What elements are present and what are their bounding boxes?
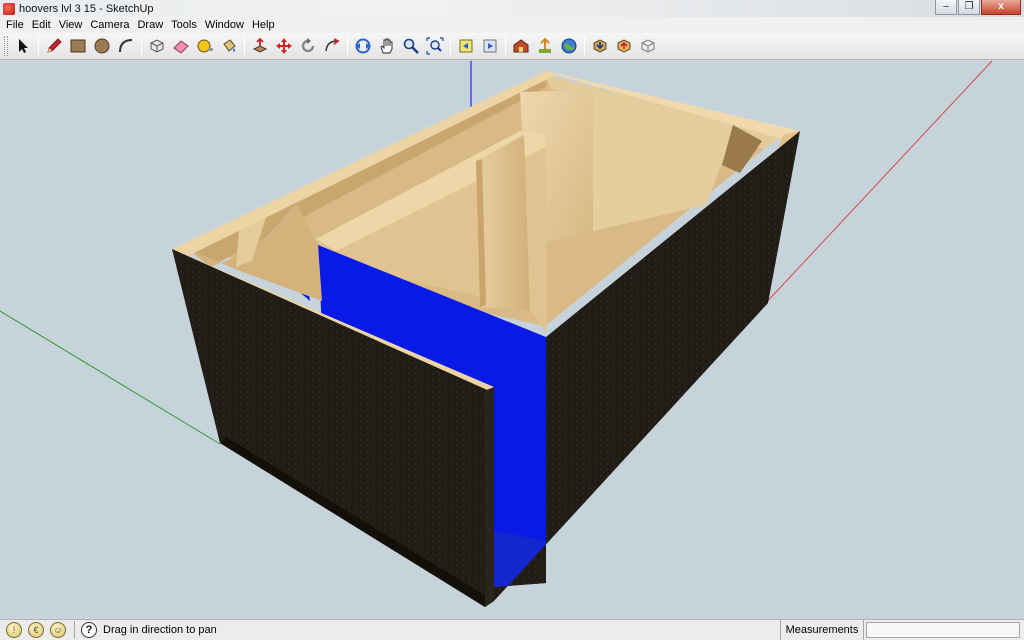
toolbar-grip[interactable]	[4, 36, 8, 56]
menu-file[interactable]: File	[2, 17, 28, 33]
menu-camera[interactable]: Camera	[86, 17, 133, 33]
red-axis	[761, 61, 993, 308]
rotate-tool[interactable]	[296, 34, 320, 58]
minimize-button[interactable]: –	[935, 0, 957, 15]
rectangle-icon	[70, 39, 86, 53]
green-axis	[0, 310, 221, 445]
extension-icon	[641, 39, 655, 53]
previous-view-icon	[459, 39, 473, 53]
paint-bucket-tool[interactable]	[217, 34, 241, 58]
pan-tool[interactable]	[375, 34, 399, 58]
share-component-tool[interactable]	[612, 34, 636, 58]
eraser-icon	[173, 40, 189, 54]
sketchup-logo-icon	[3, 2, 15, 15]
get-models-tool[interactable]	[509, 34, 533, 58]
magnifier-icon	[403, 38, 419, 54]
arrow-icon	[19, 39, 28, 53]
toolbar-separator	[584, 36, 585, 56]
share-model-tool[interactable]	[533, 34, 557, 58]
move-tool[interactable]	[272, 34, 296, 58]
rectangle-tool[interactable]	[66, 34, 90, 58]
earth-icon	[561, 38, 577, 54]
model-viewport[interactable]	[0, 61, 1024, 619]
paint-bucket-icon	[223, 39, 236, 52]
get-components-icon	[593, 39, 607, 53]
hand-icon	[380, 38, 393, 54]
menu-draw[interactable]: Draw	[133, 17, 167, 33]
restore-button[interactable]: ❐	[958, 0, 980, 15]
main-toolbar	[0, 33, 1024, 60]
status-divider	[74, 621, 75, 639]
get-components-tool[interactable]	[588, 34, 612, 58]
share-model-icon	[539, 37, 551, 53]
next-view-tool[interactable]	[478, 34, 502, 58]
arc-tool[interactable]	[114, 34, 138, 58]
window-title: hoovers lvl 3 15 - SketchUp	[19, 2, 154, 15]
zoom-extents-icon	[426, 37, 444, 55]
toolbar-separator	[347, 36, 348, 56]
circle-tool[interactable]	[90, 34, 114, 58]
next-view-icon	[483, 39, 497, 53]
pencil-icon	[47, 38, 62, 53]
toolbar-separator	[244, 36, 245, 56]
toolbar-separator	[505, 36, 506, 56]
measurements-label: Measurements	[780, 620, 864, 640]
move-icon	[276, 38, 292, 54]
toolbar-separator	[38, 36, 39, 56]
eraser-tool[interactable]	[169, 34, 193, 58]
menu-window[interactable]: Window	[201, 17, 248, 33]
status-bar: ! € ☺ ? Drag in direction to pan Measure…	[0, 619, 1024, 640]
menu-help[interactable]: Help	[248, 17, 279, 33]
previous-view-tool[interactable]	[454, 34, 478, 58]
rotate-icon	[301, 38, 315, 53]
tape-measure-icon	[197, 39, 213, 53]
warehouse-icon	[513, 39, 529, 53]
follow-me-tool[interactable]	[320, 34, 344, 58]
extension-warehouse-tool[interactable]	[636, 34, 660, 58]
orbit-tool[interactable]	[351, 34, 375, 58]
credits-icon[interactable]: €	[28, 622, 44, 638]
menu-tools[interactable]: Tools	[167, 17, 201, 33]
share-component-icon	[617, 39, 631, 53]
close-button[interactable]: x	[981, 0, 1021, 15]
line-tool[interactable]	[42, 34, 66, 58]
zoom-extents-tool[interactable]	[423, 34, 447, 58]
geo-location-icon[interactable]: !	[6, 622, 22, 638]
arc-icon	[119, 39, 133, 53]
box-wall-end-edge	[484, 387, 494, 607]
push-pull-tool[interactable]	[248, 34, 272, 58]
component-icon	[150, 39, 164, 53]
status-message: Drag in direction to pan	[103, 624, 217, 636]
help-icon[interactable]: ?	[81, 622, 97, 638]
push-pull-icon	[252, 37, 268, 53]
menu-view[interactable]: View	[55, 17, 87, 33]
tape-measure-tool[interactable]	[193, 34, 217, 58]
zoom-tool[interactable]	[399, 34, 423, 58]
google-earth-tool[interactable]	[557, 34, 581, 58]
menu-bar: File Edit View Camera Draw Tools Window …	[0, 17, 1024, 33]
menu-edit[interactable]: Edit	[28, 17, 55, 33]
window-controls: – ❐ x	[934, 0, 1021, 17]
select-tool[interactable]	[11, 34, 35, 58]
circle-icon	[94, 38, 110, 54]
sketchup-window: hoovers lvl 3 15 - SketchUp – ❐ x File E…	[0, 0, 1024, 640]
model-scene	[0, 61, 993, 607]
title-bar: hoovers lvl 3 15 - SketchUp – ❐ x	[0, 0, 1024, 17]
follow-me-icon	[325, 38, 340, 52]
measurements-input[interactable]	[866, 622, 1020, 638]
user-account-icon[interactable]: ☺	[50, 622, 66, 638]
toolbar-separator	[450, 36, 451, 56]
toolbar-separator	[141, 36, 142, 56]
orbit-icon	[355, 38, 371, 54]
make-component-tool[interactable]	[145, 34, 169, 58]
